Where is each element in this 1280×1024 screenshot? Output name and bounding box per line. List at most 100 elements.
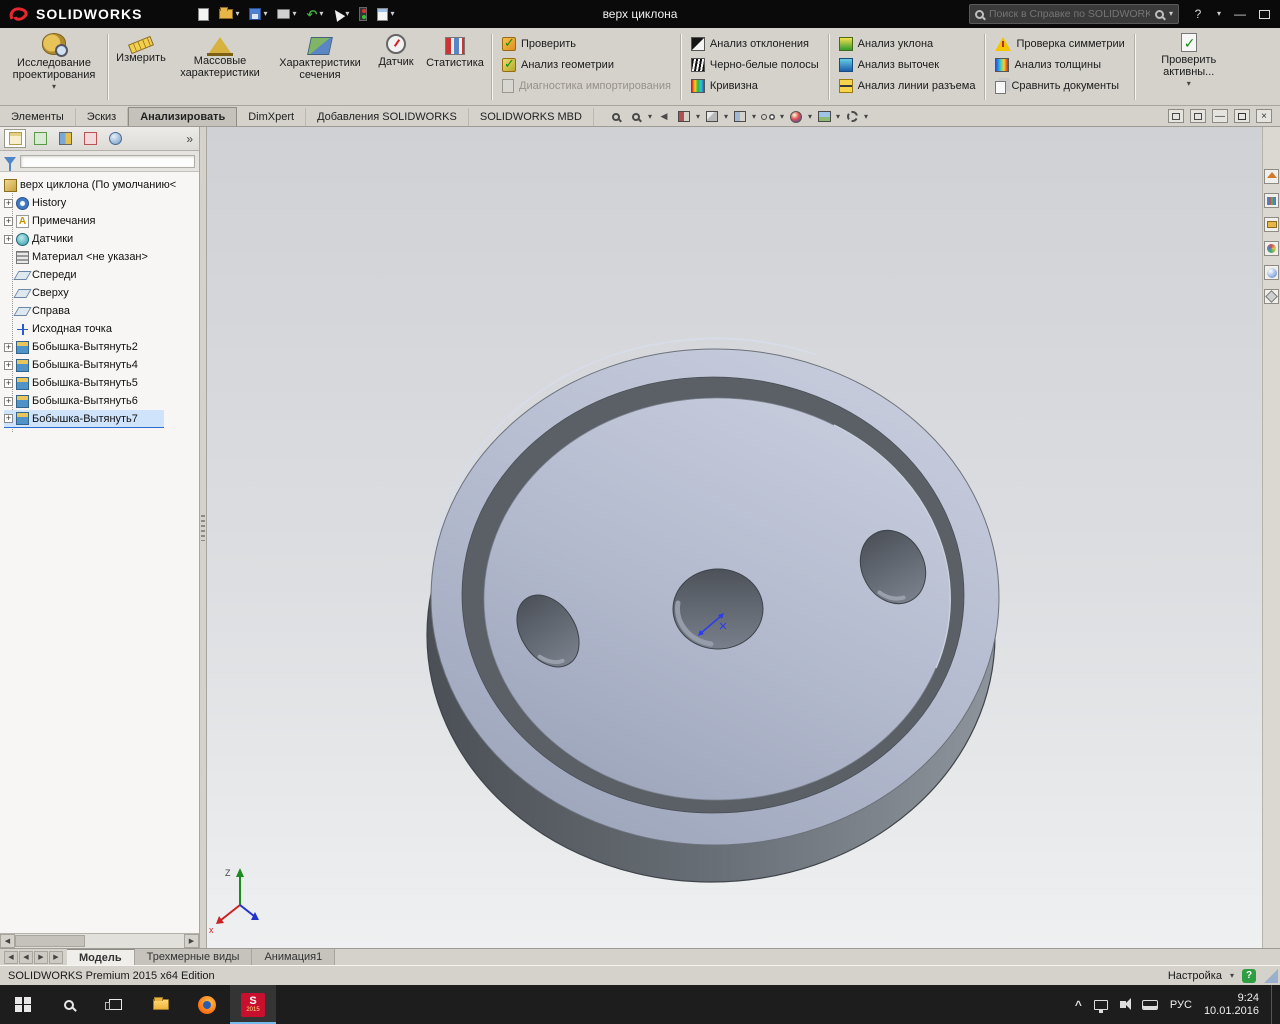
volume-icon[interactable] (1119, 998, 1131, 1010)
scroll-left-button[interactable]: ◀ (0, 934, 15, 948)
expand-icon[interactable]: + (4, 216, 13, 226)
thickness-analysis-button[interactable]: Анализ толщины (995, 57, 1124, 73)
parting-line-analysis-button[interactable]: Анализ линии разъема (838, 78, 975, 94)
dimxpert-manager-tab[interactable] (79, 129, 101, 148)
expand-icon[interactable]: + (4, 414, 13, 423)
symmetry-check-button[interactable]: Проверка симметрии (995, 36, 1125, 52)
tree-item-right-plane[interactable]: Справа (4, 302, 199, 320)
sensor-button[interactable]: Датчик (370, 31, 422, 103)
zoom-fit-icon[interactable] (608, 109, 624, 124)
task-pane-resources-icon[interactable] (1264, 169, 1279, 184)
undercut-analysis-button[interactable]: Анализ выточек (838, 57, 976, 73)
document-restore-button[interactable] (1234, 109, 1251, 123)
tab-3d-views[interactable]: Трехмерные виды (134, 949, 253, 965)
options-button[interactable]: ▾ (375, 4, 396, 24)
tab-model[interactable]: Модель (67, 949, 135, 965)
help-search-box[interactable]: ▾ (968, 4, 1179, 24)
panel-overflow-chevrons[interactable]: » (186, 132, 195, 146)
save-button[interactable]: ▾ (247, 4, 269, 24)
feature-manager-tab[interactable] (4, 129, 26, 148)
pane-left-icon[interactable] (1168, 109, 1184, 123)
configuration-manager-tab[interactable] (54, 129, 76, 148)
help-button[interactable]: ? (1189, 7, 1207, 21)
tree-item-front-plane[interactable]: Спереди (4, 266, 199, 284)
tree-item-origin[interactable]: Исходная точка (4, 320, 199, 338)
previous-view-icon[interactable]: ◀ (656, 109, 672, 124)
panel-splitter[interactable] (200, 127, 207, 948)
geometry-analysis-button[interactable]: ✓ Анализ геометрии (502, 56, 671, 73)
statistics-button[interactable]: Статистика (422, 31, 488, 103)
new-document-button[interactable] (196, 4, 211, 24)
tab-evaluate[interactable]: Анализировать (128, 107, 238, 126)
tab-solidworks-addins[interactable]: Добавления SOLIDWORKS (306, 108, 469, 126)
start-button[interactable] (0, 985, 46, 1024)
expand-icon[interactable]: + (4, 378, 13, 388)
tree-item-boss-extrude5[interactable]: + Бобышка-Вытянуть5 (4, 374, 199, 392)
resize-grip-icon[interactable] (1264, 968, 1278, 983)
section-view-icon[interactable] (676, 109, 692, 124)
scroll-thumb[interactable] (15, 935, 85, 947)
language-indicator[interactable]: РУС (1170, 999, 1192, 1011)
network-icon[interactable] (1093, 999, 1108, 1013)
next-tab-button[interactable]: ▶ (34, 950, 48, 964)
compare-documents-button[interactable]: Сравнить документы (995, 78, 1124, 94)
edit-appearance-icon[interactable] (788, 109, 804, 124)
task-pane-design-library-icon[interactable] (1264, 193, 1279, 208)
display-style-icon[interactable] (732, 109, 748, 124)
model-canvas[interactable]: Z x (207, 127, 1262, 948)
expand-icon[interactable]: + (4, 198, 13, 208)
expand-icon[interactable]: + (4, 342, 13, 352)
show-desktop-button[interactable] (1271, 985, 1276, 1024)
minimize-button[interactable]: — (1231, 7, 1249, 21)
tab-sketch[interactable]: Эскиз (76, 108, 129, 126)
print-button[interactable]: ▾ (275, 4, 298, 24)
view-settings-icon[interactable] (844, 109, 860, 124)
tree-item-material[interactable]: Материал <не указан> (4, 248, 199, 266)
document-minimize-button[interactable]: — (1212, 109, 1228, 123)
tree-item-sensors[interactable]: + Датчики (4, 230, 199, 248)
tab-dimxpert[interactable]: DimXpert (237, 108, 307, 126)
tree-item-boss-extrude7[interactable]: + Бобышка-Вытянуть7 (4, 410, 164, 428)
undo-button[interactable]: ↶ ▾ (305, 4, 326, 24)
tab-animation1[interactable]: Анимация1 (252, 949, 336, 965)
draft-analysis-button[interactable]: Анализ уклона (838, 36, 976, 52)
tree-item-boss-extrude6[interactable]: + Бобышка-Вытянуть6 (4, 392, 199, 410)
maximize-button[interactable] (1259, 9, 1270, 19)
tree-item-boss-extrude4[interactable]: + Бобышка-Вытянуть4 (4, 356, 199, 374)
expand-icon[interactable]: + (4, 234, 13, 244)
hidden-icons-button[interactable]: ^ (1075, 998, 1082, 1012)
task-pane-custom-properties-icon[interactable] (1264, 289, 1279, 304)
clock[interactable]: 9:24 10.01.2016 (1204, 992, 1259, 1018)
curvature-button[interactable]: Кривизна (690, 78, 819, 94)
first-tab-button[interactable]: ◀ (4, 950, 18, 964)
last-tab-button[interactable]: ▶ (49, 950, 63, 964)
tree-item-boss-extrude2[interactable]: + Бобышка-Вытянуть2 (4, 338, 199, 356)
mass-properties-button[interactable]: Массовые характеристики (170, 31, 270, 103)
task-pane-file-explorer-icon[interactable] (1264, 217, 1279, 232)
select-button[interactable]: ▾ (331, 4, 351, 24)
task-view-button[interactable] (92, 985, 138, 1024)
check-button[interactable]: ✓ Проверить (502, 35, 671, 52)
splitter-grip[interactable] (201, 515, 205, 541)
panel-horizontal-scrollbar[interactable]: ◀ ▶ (0, 933, 199, 948)
previous-tab-button[interactable]: ◀ (19, 950, 33, 964)
expand-icon[interactable]: + (4, 360, 13, 370)
property-manager-tab[interactable] (29, 129, 51, 148)
rebuild-button[interactable] (357, 4, 369, 24)
scroll-right-button[interactable]: ▶ (184, 934, 199, 948)
expand-icon[interactable]: + (4, 396, 13, 406)
open-button[interactable]: ▾ (217, 4, 241, 24)
deviation-analysis-button[interactable]: Анализ отклонения (690, 36, 819, 52)
file-explorer-button[interactable] (138, 985, 184, 1024)
pane-right-icon[interactable] (1190, 109, 1206, 123)
center-hole[interactable] (672, 568, 764, 650)
filter-input[interactable] (20, 154, 195, 168)
task-pane-appearances-icon[interactable] (1264, 265, 1279, 280)
status-help-icon[interactable]: ? (1242, 968, 1256, 983)
section-properties-button[interactable]: Характеристики сечения (270, 31, 370, 103)
graphics-viewport[interactable]: Z x (207, 127, 1262, 948)
tab-features[interactable]: Элементы (0, 108, 76, 126)
filter-icon[interactable] (4, 157, 16, 171)
tree-item-annotations[interactable]: + A Примечания (4, 212, 199, 230)
hide-show-items-icon[interactable] (760, 109, 776, 124)
